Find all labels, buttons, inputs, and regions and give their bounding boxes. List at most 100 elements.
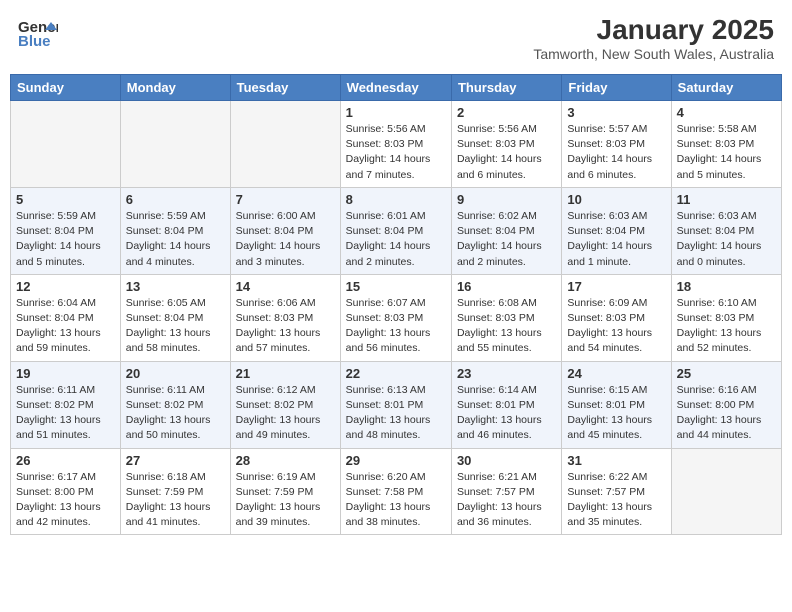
- day-info: Sunrise: 6:16 AM Sunset: 8:00 PM Dayligh…: [677, 383, 776, 444]
- day-number: 16: [457, 279, 556, 294]
- day-info: Sunrise: 6:04 AM Sunset: 8:04 PM Dayligh…: [16, 296, 115, 357]
- calendar-day-cell: 20Sunrise: 6:11 AM Sunset: 8:02 PM Dayli…: [120, 361, 230, 448]
- day-number: 10: [567, 192, 665, 207]
- day-info: Sunrise: 6:02 AM Sunset: 8:04 PM Dayligh…: [457, 209, 556, 270]
- day-number: 18: [677, 279, 776, 294]
- day-info: Sunrise: 6:03 AM Sunset: 8:04 PM Dayligh…: [567, 209, 665, 270]
- calendar-week-row: 1 Sunrise: 5:56 AM Sunset: 8:03 PM Daylig…: [11, 101, 782, 188]
- calendar-day-cell: 9 Sunrise: 6:02 AM Sunset: 8:04 PM Daylig…: [451, 187, 561, 274]
- day-info: Sunrise: 6:22 AM Sunset: 7:57 PM Dayligh…: [567, 470, 665, 531]
- calendar-week-row: 26Sunrise: 6:17 AM Sunset: 8:00 PM Dayli…: [11, 448, 782, 535]
- day-info: Sunrise: 5:57 AM Sunset: 8:03 PM Dayligh…: [567, 122, 665, 183]
- calendar-day-cell: 31Sunrise: 6:22 AM Sunset: 7:57 PM Dayli…: [562, 448, 671, 535]
- day-number: 23: [457, 366, 556, 381]
- calendar-day-cell: 12 Sunrise: 6:04 AM Sunset: 8:04 PM Dayli…: [11, 274, 121, 361]
- day-number: 12: [16, 279, 115, 294]
- calendar-day-cell: 7 Sunrise: 6:00 AM Sunset: 8:04 PM Daylig…: [230, 187, 340, 274]
- calendar-day-cell: 8Sunrise: 6:01 AM Sunset: 8:04 PM Daylig…: [340, 187, 451, 274]
- calendar-subtitle: Tamworth, New South Wales, Australia: [533, 46, 774, 62]
- day-number: 1: [346, 105, 446, 120]
- calendar-table: SundayMondayTuesdayWednesdayThursdayFrid…: [10, 74, 782, 535]
- calendar-day-cell: 1 Sunrise: 5:56 AM Sunset: 8:03 PM Daylig…: [340, 101, 451, 188]
- day-of-week-header: Wednesday: [340, 75, 451, 101]
- calendar-day-cell: 2 Sunrise: 5:56 AM Sunset: 8:03 PM Daylig…: [451, 101, 561, 188]
- day-info: Sunrise: 6:00 AM Sunset: 8:04 PM Dayligh…: [236, 209, 335, 270]
- day-number: 14: [236, 279, 335, 294]
- day-number: 7: [236, 192, 335, 207]
- day-info: Sunrise: 5:59 AM Sunset: 8:04 PM Dayligh…: [126, 209, 225, 270]
- day-number: 19: [16, 366, 115, 381]
- day-of-week-header: Saturday: [671, 75, 781, 101]
- day-number: 17: [567, 279, 665, 294]
- day-info: Sunrise: 6:15 AM Sunset: 8:01 PM Dayligh…: [567, 383, 665, 444]
- day-info: Sunrise: 6:14 AM Sunset: 8:01 PM Dayligh…: [457, 383, 556, 444]
- calendar-header-row: SundayMondayTuesdayWednesdayThursdayFrid…: [11, 75, 782, 101]
- day-info: Sunrise: 6:09 AM Sunset: 8:03 PM Dayligh…: [567, 296, 665, 357]
- day-number: 6: [126, 192, 225, 207]
- day-info: Sunrise: 6:21 AM Sunset: 7:57 PM Dayligh…: [457, 470, 556, 531]
- day-number: 22: [346, 366, 446, 381]
- calendar-week-row: 19 Sunrise: 6:11 AM Sunset: 8:02 PM Dayli…: [11, 361, 782, 448]
- calendar-day-cell: 22Sunrise: 6:13 AM Sunset: 8:01 PM Dayli…: [340, 361, 451, 448]
- day-of-week-header: Sunday: [11, 75, 121, 101]
- day-number: 13: [126, 279, 225, 294]
- day-info: Sunrise: 6:10 AM Sunset: 8:03 PM Dayligh…: [677, 296, 776, 357]
- day-number: 20: [126, 366, 225, 381]
- day-number: 27: [126, 453, 225, 468]
- day-of-week-header: Monday: [120, 75, 230, 101]
- calendar-day-cell: 28Sunrise: 6:19 AM Sunset: 7:59 PM Dayli…: [230, 448, 340, 535]
- day-number: 3: [567, 105, 665, 120]
- calendar-day-cell: 19 Sunrise: 6:11 AM Sunset: 8:02 PM Dayli…: [11, 361, 121, 448]
- calendar-day-cell: [671, 448, 781, 535]
- calendar-day-cell: 21 Sunrise: 6:12 AM Sunset: 8:02 PM Dayli…: [230, 361, 340, 448]
- day-info: Sunrise: 5:56 AM Sunset: 8:03 PM Dayligh…: [346, 122, 446, 183]
- day-info: Sunrise: 6:20 AM Sunset: 7:58 PM Dayligh…: [346, 470, 446, 531]
- day-info: Sunrise: 6:18 AM Sunset: 7:59 PM Dayligh…: [126, 470, 225, 531]
- day-info: Sunrise: 6:11 AM Sunset: 8:02 PM Dayligh…: [16, 383, 115, 444]
- calendar-day-cell: 11 Sunrise: 6:03 AM Sunset: 8:04 PM Dayli…: [671, 187, 781, 274]
- calendar-day-cell: 5 Sunrise: 5:59 AM Sunset: 8:04 PM Daylig…: [11, 187, 121, 274]
- calendar-day-cell: 3 Sunrise: 5:57 AM Sunset: 8:03 PM Daylig…: [562, 101, 671, 188]
- day-info: Sunrise: 5:59 AM Sunset: 8:04 PM Dayligh…: [16, 209, 115, 270]
- calendar-day-cell: 23 Sunrise: 6:14 AM Sunset: 8:01 PM Dayli…: [451, 361, 561, 448]
- title-block: January 2025 Tamworth, New South Wales, …: [533, 14, 774, 62]
- day-number: 11: [677, 192, 776, 207]
- day-info: Sunrise: 6:06 AM Sunset: 8:03 PM Dayligh…: [236, 296, 335, 357]
- day-number: 2: [457, 105, 556, 120]
- calendar-day-cell: 13 Sunrise: 6:05 AM Sunset: 8:04 PM Dayli…: [120, 274, 230, 361]
- day-info: Sunrise: 6:19 AM Sunset: 7:59 PM Dayligh…: [236, 470, 335, 531]
- day-of-week-header: Friday: [562, 75, 671, 101]
- calendar-day-cell: 18 Sunrise: 6:10 AM Sunset: 8:03 PM Dayli…: [671, 274, 781, 361]
- day-number: 5: [16, 192, 115, 207]
- day-info: Sunrise: 6:12 AM Sunset: 8:02 PM Dayligh…: [236, 383, 335, 444]
- day-number: 29: [346, 453, 446, 468]
- calendar-day-cell: [11, 101, 121, 188]
- day-number: 9: [457, 192, 556, 207]
- calendar-day-cell: 30 Sunrise: 6:21 AM Sunset: 7:57 PM Dayli…: [451, 448, 561, 535]
- calendar-day-cell: [120, 101, 230, 188]
- calendar-day-cell: [230, 101, 340, 188]
- logo-mark: General Blue: [18, 14, 58, 59]
- day-of-week-header: Tuesday: [230, 75, 340, 101]
- calendar-day-cell: 10 Sunrise: 6:03 AM Sunset: 8:04 PM Dayli…: [562, 187, 671, 274]
- calendar-day-cell: 29 Sunrise: 6:20 AM Sunset: 7:58 PM Dayli…: [340, 448, 451, 535]
- day-number: 21: [236, 366, 335, 381]
- svg-text:Blue: Blue: [18, 33, 51, 50]
- day-info: Sunrise: 5:56 AM Sunset: 8:03 PM Dayligh…: [457, 122, 556, 183]
- day-info: Sunrise: 5:58 AM Sunset: 8:03 PM Dayligh…: [677, 122, 776, 183]
- calendar-day-cell: 14 Sunrise: 6:06 AM Sunset: 8:03 PM Dayli…: [230, 274, 340, 361]
- logo: General Blue: [18, 14, 58, 59]
- day-number: 30: [457, 453, 556, 468]
- day-number: 26: [16, 453, 115, 468]
- page-header: General Blue January 2025 Tamworth, New …: [10, 10, 782, 66]
- calendar-day-cell: 16 Sunrise: 6:08 AM Sunset: 8:03 PM Dayli…: [451, 274, 561, 361]
- calendar-day-cell: 24 Sunrise: 6:15 AM Sunset: 8:01 PM Dayli…: [562, 361, 671, 448]
- day-number: 24: [567, 366, 665, 381]
- calendar-day-cell: 17 Sunrise: 6:09 AM Sunset: 8:03 PM Dayli…: [562, 274, 671, 361]
- day-info: Sunrise: 6:05 AM Sunset: 8:04 PM Dayligh…: [126, 296, 225, 357]
- day-number: 25: [677, 366, 776, 381]
- day-info: Sunrise: 6:08 AM Sunset: 8:03 PM Dayligh…: [457, 296, 556, 357]
- calendar-week-row: 12 Sunrise: 6:04 AM Sunset: 8:04 PM Dayli…: [11, 274, 782, 361]
- day-info: Sunrise: 6:03 AM Sunset: 8:04 PM Dayligh…: [677, 209, 776, 270]
- calendar-title: January 2025: [533, 14, 774, 46]
